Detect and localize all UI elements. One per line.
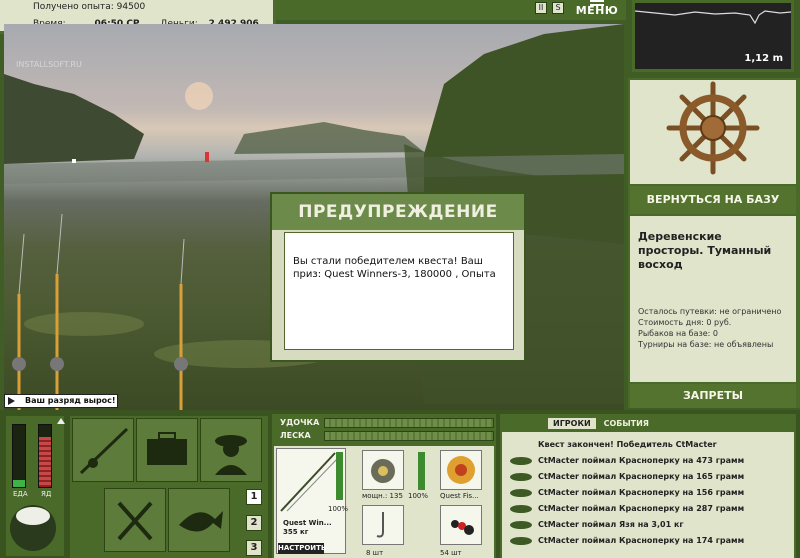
page-3-button[interactable]: 3 <box>246 540 262 556</box>
food-meter <box>12 424 26 488</box>
exp-value: 94500 <box>116 2 146 12</box>
list-item: CtMacter поймал Красноперку на 156 грамм <box>538 488 745 497</box>
bait-count: 54 шт <box>440 549 462 557</box>
poison-meter <box>38 424 52 488</box>
tab-players[interactable]: ИГРОКИ <box>548 418 596 429</box>
warning-dialog[interactable]: ПРЕДУПРЕЖДЕНИЕ Вы стали победителем квес… <box>270 192 526 362</box>
events-log: Квест закончен! Победитель CtMacter CtMa… <box>502 432 794 558</box>
fish-icon <box>510 489 532 497</box>
chevron-up-icon[interactable] <box>57 418 65 424</box>
anglers-count: Рыбаков на базе: 0 <box>638 329 718 338</box>
line-strength-bar <box>324 431 494 441</box>
page-1-button[interactable]: 1 <box>246 489 262 505</box>
tackle-box-icon <box>147 432 187 465</box>
ant-bait-icon <box>451 520 474 535</box>
dialog-title: ПРЕДУПРЕЖДЕНИЕ <box>272 194 524 230</box>
poison-label: ЯД <box>41 490 52 498</box>
rod-label: УДОЧКА <box>280 418 320 427</box>
reel-condition-bar <box>418 452 425 490</box>
rod-weight: 355 кг <box>283 528 309 536</box>
setup-button[interactable]: НАСТРОИТЬ <box>278 543 326 554</box>
exp-row: Получено опыта: 94500 <box>33 2 145 12</box>
rank-up-toast[interactable]: Ваш разряд вырос! <box>4 394 118 408</box>
fish-icon <box>510 505 532 513</box>
fish-icon <box>510 521 532 529</box>
watermark: INSTALLSOFT.RU <box>16 60 82 69</box>
depth-meter: 1,12 m <box>632 0 794 72</box>
return-to-base-button[interactable]: ВЕРНУТЬСЯ НА БАЗУ <box>630 186 796 214</box>
ship-wheel-icon <box>666 81 760 175</box>
hook-slot[interactable] <box>362 505 404 545</box>
cauldron-icon[interactable] <box>10 505 56 551</box>
angler-tile[interactable] <box>200 418 262 482</box>
arrow-right-icon <box>8 397 15 405</box>
reel-condition: 100% <box>408 492 429 500</box>
food-tile[interactable] <box>104 488 166 552</box>
fish-icon <box>510 473 532 481</box>
day-cost: Стоимость дня: 0 руб. <box>638 318 732 327</box>
location-title: Деревенские просторы. Туманный восход <box>638 230 772 271</box>
line-slot[interactable] <box>440 450 482 490</box>
list-item: CtMacter поймал Красноперку на 287 грамм <box>538 504 745 513</box>
ship-wheel-box <box>630 80 796 184</box>
list-item: CtMacter поймал Красноперку на 174 грамм <box>538 536 745 545</box>
bans-button[interactable]: ЗАПРЕТЫ <box>630 384 796 408</box>
angler-icon <box>215 435 247 475</box>
location-details: Осталось путевки: не ограничено Стоимост… <box>638 306 790 350</box>
knife-fork-icon <box>117 501 153 541</box>
trip-remaining: Осталось путевки: не ограничено <box>638 307 782 316</box>
tab-events[interactable]: СОБЫТИЯ <box>599 418 654 429</box>
rod-name: Quest Win... <box>283 519 332 527</box>
chat-tabs: ИГРОКИ СОБЫТИЯ <box>548 418 654 429</box>
rod-condition-bar <box>336 452 343 500</box>
location-info: Деревенские просторы. Туманный восход Ос… <box>630 216 796 382</box>
rod-strength-bar <box>324 418 494 428</box>
list-item: CtMacter поймал Красноперку на 473 грамм <box>538 456 745 465</box>
depth-value: 1,12 m <box>744 53 783 64</box>
line-label: ЛЕСКА <box>280 431 311 440</box>
reel-slot[interactable] <box>362 450 404 490</box>
reel-icon <box>371 459 395 483</box>
hook-icon <box>376 512 384 538</box>
bait-slot[interactable] <box>440 505 482 545</box>
list-item: CtMacter поймал Язя на 3,01 кг <box>538 520 684 529</box>
page-2-button[interactable]: 2 <box>246 515 262 531</box>
menu-button[interactable]: МЕНЮ <box>574 4 620 22</box>
exp-label: Получено опыта: <box>33 2 114 12</box>
tournaments-status: Турниры на базе: не объявлены <box>638 340 774 349</box>
rod-reel-icon <box>79 427 129 475</box>
fish-icon <box>510 457 532 465</box>
rods-tile[interactable] <box>72 418 134 482</box>
line-spool-icon <box>447 456 475 484</box>
reel-power: мощн.: 135 <box>362 492 403 500</box>
food-label: ЕДА <box>13 490 28 498</box>
list-item: CtMacter поймал Красноперку на 165 грамм <box>538 472 745 481</box>
catch-tile[interactable] <box>168 488 230 552</box>
sound-button[interactable]: S <box>552 2 564 14</box>
tackle-box-tile[interactable] <box>136 418 198 482</box>
dialog-message: Вы стали победителем квеста! Ваш приз: Q… <box>284 232 514 350</box>
hook-count: 8 шт <box>366 549 384 557</box>
list-item: Квест закончен! Победитель CtMacter <box>538 440 717 449</box>
rod-condition: 100% <box>328 505 349 513</box>
fish-icon <box>179 511 223 532</box>
pause-button[interactable]: II <box>535 2 547 14</box>
line-name: Quest Fis... <box>440 492 479 500</box>
fish-icon <box>510 537 532 545</box>
